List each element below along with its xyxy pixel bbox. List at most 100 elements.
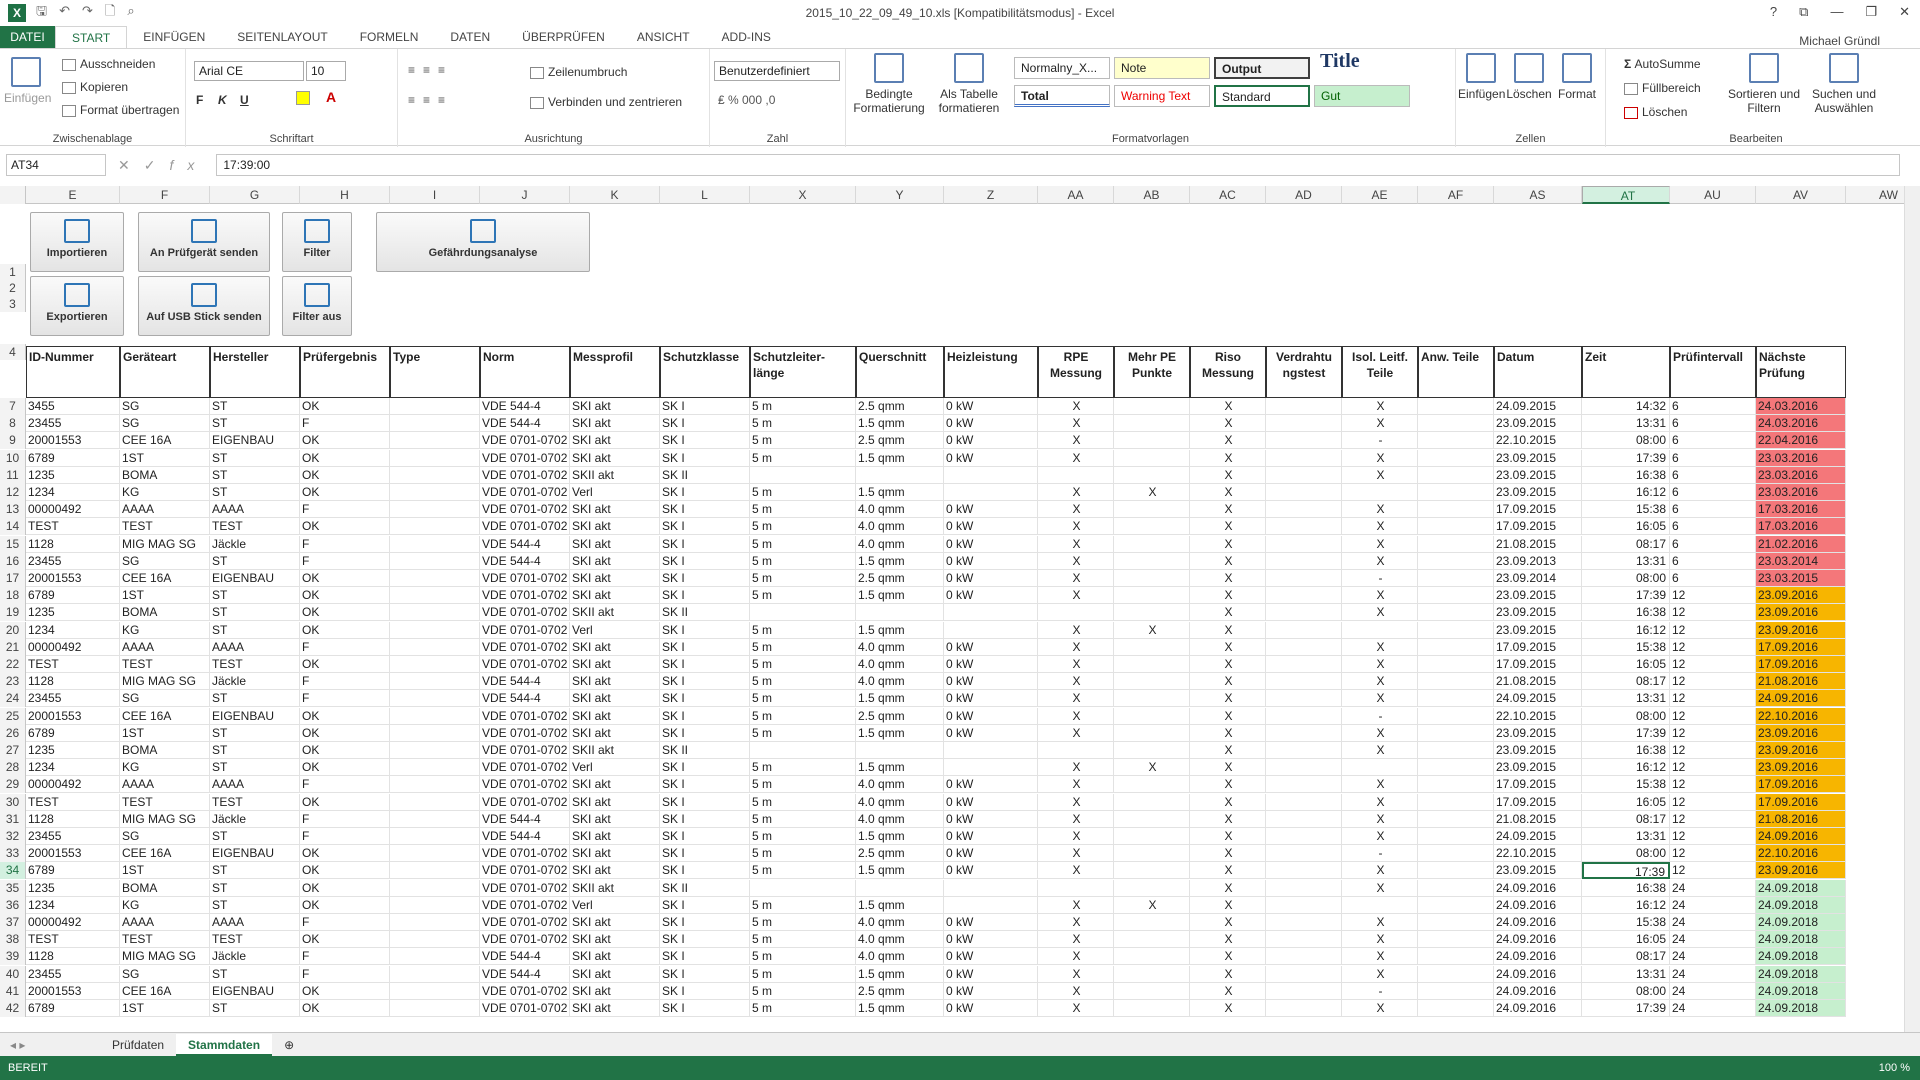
style-title[interactable]: Title (1314, 51, 1410, 73)
minimize-icon[interactable]: — (1830, 4, 1843, 20)
row-number[interactable]: 20 (0, 622, 26, 639)
clear-button[interactable]: Löschen (1624, 105, 1687, 119)
row-number[interactable]: 12 (0, 484, 26, 501)
table-cell[interactable]: 17:39 (1582, 862, 1670, 879)
find-select-button[interactable]: Suchen und Auswählen (1806, 53, 1882, 115)
fill-button[interactable]: Füllbereich (1624, 81, 1701, 95)
column-header-av[interactable]: AV (1756, 186, 1846, 204)
column-header-ae[interactable]: AE (1342, 186, 1418, 204)
select-all-corner[interactable] (0, 186, 26, 204)
column-header-k[interactable]: K (570, 186, 660, 204)
font-color-icon[interactable]: A (326, 89, 336, 105)
column-header-e[interactable]: E (26, 186, 120, 204)
tab-add-ins[interactable]: ADD-INS (706, 26, 787, 48)
row-number[interactable]: 37 (0, 914, 26, 931)
bold-button[interactable]: F (196, 93, 203, 107)
style-standard[interactable]: Standard (1214, 85, 1310, 107)
row-number[interactable]: 22 (0, 656, 26, 673)
row-number[interactable]: 3 (0, 296, 26, 312)
autosum-button[interactable]: Σ AutoSumme (1624, 57, 1701, 71)
row-number[interactable]: 29 (0, 776, 26, 793)
row-number[interactable]: 31 (0, 811, 26, 828)
row-number[interactable]: 24 (0, 690, 26, 707)
insert-cells-button[interactable]: Einfügen (1458, 53, 1505, 101)
tab-einfuegen[interactable]: EINFÜGEN (127, 26, 221, 48)
column-header-as[interactable]: AS (1494, 186, 1582, 204)
tab-daten[interactable]: DATEN (434, 26, 506, 48)
action-button-filter[interactable]: Filter (282, 212, 352, 272)
tab-formeln[interactable]: FORMELN (344, 26, 435, 48)
action-button-filter-aus[interactable]: Filter aus (282, 276, 352, 336)
column-header-g[interactable]: G (210, 186, 300, 204)
row-number[interactable]: 17 (0, 570, 26, 587)
add-sheet-icon[interactable]: ⊕ (272, 1034, 306, 1056)
sheet-tab-pruefdaten[interactable]: Prüfdaten (100, 1034, 176, 1056)
row-number[interactable]: 8 (0, 415, 26, 432)
row-number[interactable]: 27 (0, 742, 26, 759)
user-name[interactable]: Michael Gründl (1799, 34, 1920, 48)
worksheet-grid[interactable]: E F G H I J K L X Y Z AA AB AC AD AE AF AS AT AU AV AW 1 2 3 4 Imp… (0, 186, 1904, 1032)
row-number[interactable]: 16 (0, 553, 26, 570)
wrap-text-button[interactable]: Zeilenumbruch (530, 65, 627, 79)
column-header-j[interactable]: J (480, 186, 570, 204)
style-gut[interactable]: Gut (1314, 85, 1410, 107)
style-warning-text[interactable]: Warning Text (1114, 85, 1210, 107)
number-format-select[interactable]: Benutzerdefiniert (714, 61, 840, 81)
row-number[interactable]: 40 (0, 966, 26, 983)
close-icon[interactable]: ✕ (1899, 4, 1910, 20)
row-number[interactable]: 9 (0, 432, 26, 449)
action-button-importieren[interactable]: Importieren (30, 212, 124, 272)
restore-icon[interactable]: ❐ (1865, 4, 1877, 20)
conditional-format-button[interactable]: Bedingte Formatierung (852, 53, 926, 115)
ribbon-display-icon[interactable]: ⧉ (1799, 4, 1808, 20)
row-number[interactable]: 19 (0, 604, 26, 621)
row-number[interactable]: 14 (0, 518, 26, 535)
row-number[interactable]: 1 (0, 264, 26, 280)
fill-color-icon[interactable] (296, 91, 310, 105)
tab-datei[interactable]: DATEI (0, 26, 55, 48)
style-output[interactable]: Output (1214, 57, 1310, 79)
formula-input[interactable]: 17:39:00 (216, 154, 1900, 176)
column-header-l[interactable]: L (660, 186, 750, 204)
row-number[interactable]: 2 (0, 280, 26, 296)
row-number[interactable]: 26 (0, 725, 26, 742)
action-button-auf-usb-stick-senden[interactable]: Auf USB Stick senden (138, 276, 270, 336)
fx-icon[interactable]: fx (169, 157, 208, 173)
row-number[interactable]: 7 (0, 398, 26, 415)
underline-button[interactable]: U (240, 93, 249, 107)
row-number[interactable]: 33 (0, 845, 26, 862)
row-number[interactable]: 39 (0, 948, 26, 965)
tab-ansicht[interactable]: ANSICHT (621, 26, 706, 48)
row-number[interactable]: 28 (0, 759, 26, 776)
column-header-f[interactable]: F (120, 186, 210, 204)
column-header-ab[interactable]: AB (1114, 186, 1190, 204)
action-button-gefährdungsanalyse[interactable]: Gefährdungsanalyse (376, 212, 590, 272)
merge-center-button[interactable]: Verbinden und zentrieren (530, 95, 682, 109)
row-number[interactable]: 21 (0, 639, 26, 656)
row-number[interactable]: 34 (0, 862, 26, 879)
row-number[interactable]: 11 (0, 467, 26, 484)
italic-button[interactable]: K (218, 93, 227, 107)
vertical-scrollbar[interactable] (1904, 186, 1920, 1032)
name-box[interactable]: AT34 (6, 154, 106, 176)
column-header-at[interactable]: AT (1582, 186, 1670, 204)
row-number[interactable]: 13 (0, 501, 26, 518)
row-number[interactable]: 41 (0, 983, 26, 1000)
column-header-af[interactable]: AF (1418, 186, 1494, 204)
row-number[interactable]: 4 (0, 344, 26, 360)
column-header-x[interactable]: X (750, 186, 856, 204)
percent-icon[interactable]: ₤ % 000 ,0 (718, 93, 775, 107)
tab-ueberpruefen[interactable]: ÜBERPRÜFEN (506, 26, 621, 48)
row-number[interactable]: 42 (0, 1000, 26, 1017)
help-icon[interactable]: ? (1770, 4, 1777, 20)
copy-button[interactable]: Kopieren (62, 80, 128, 94)
column-header-y[interactable]: Y (856, 186, 944, 204)
style-total[interactable]: Total (1014, 85, 1110, 107)
row-number[interactable]: 23 (0, 673, 26, 690)
column-header-au[interactable]: AU (1670, 186, 1756, 204)
window-controls[interactable]: ? ⧉ — ❐ ✕ (1770, 4, 1910, 20)
action-button-exportieren[interactable]: Exportieren (30, 276, 124, 336)
font-size-select[interactable]: 10 (306, 61, 346, 81)
column-header-h[interactable]: H (300, 186, 390, 204)
zoom-level[interactable]: 100 % (1879, 1062, 1910, 1074)
